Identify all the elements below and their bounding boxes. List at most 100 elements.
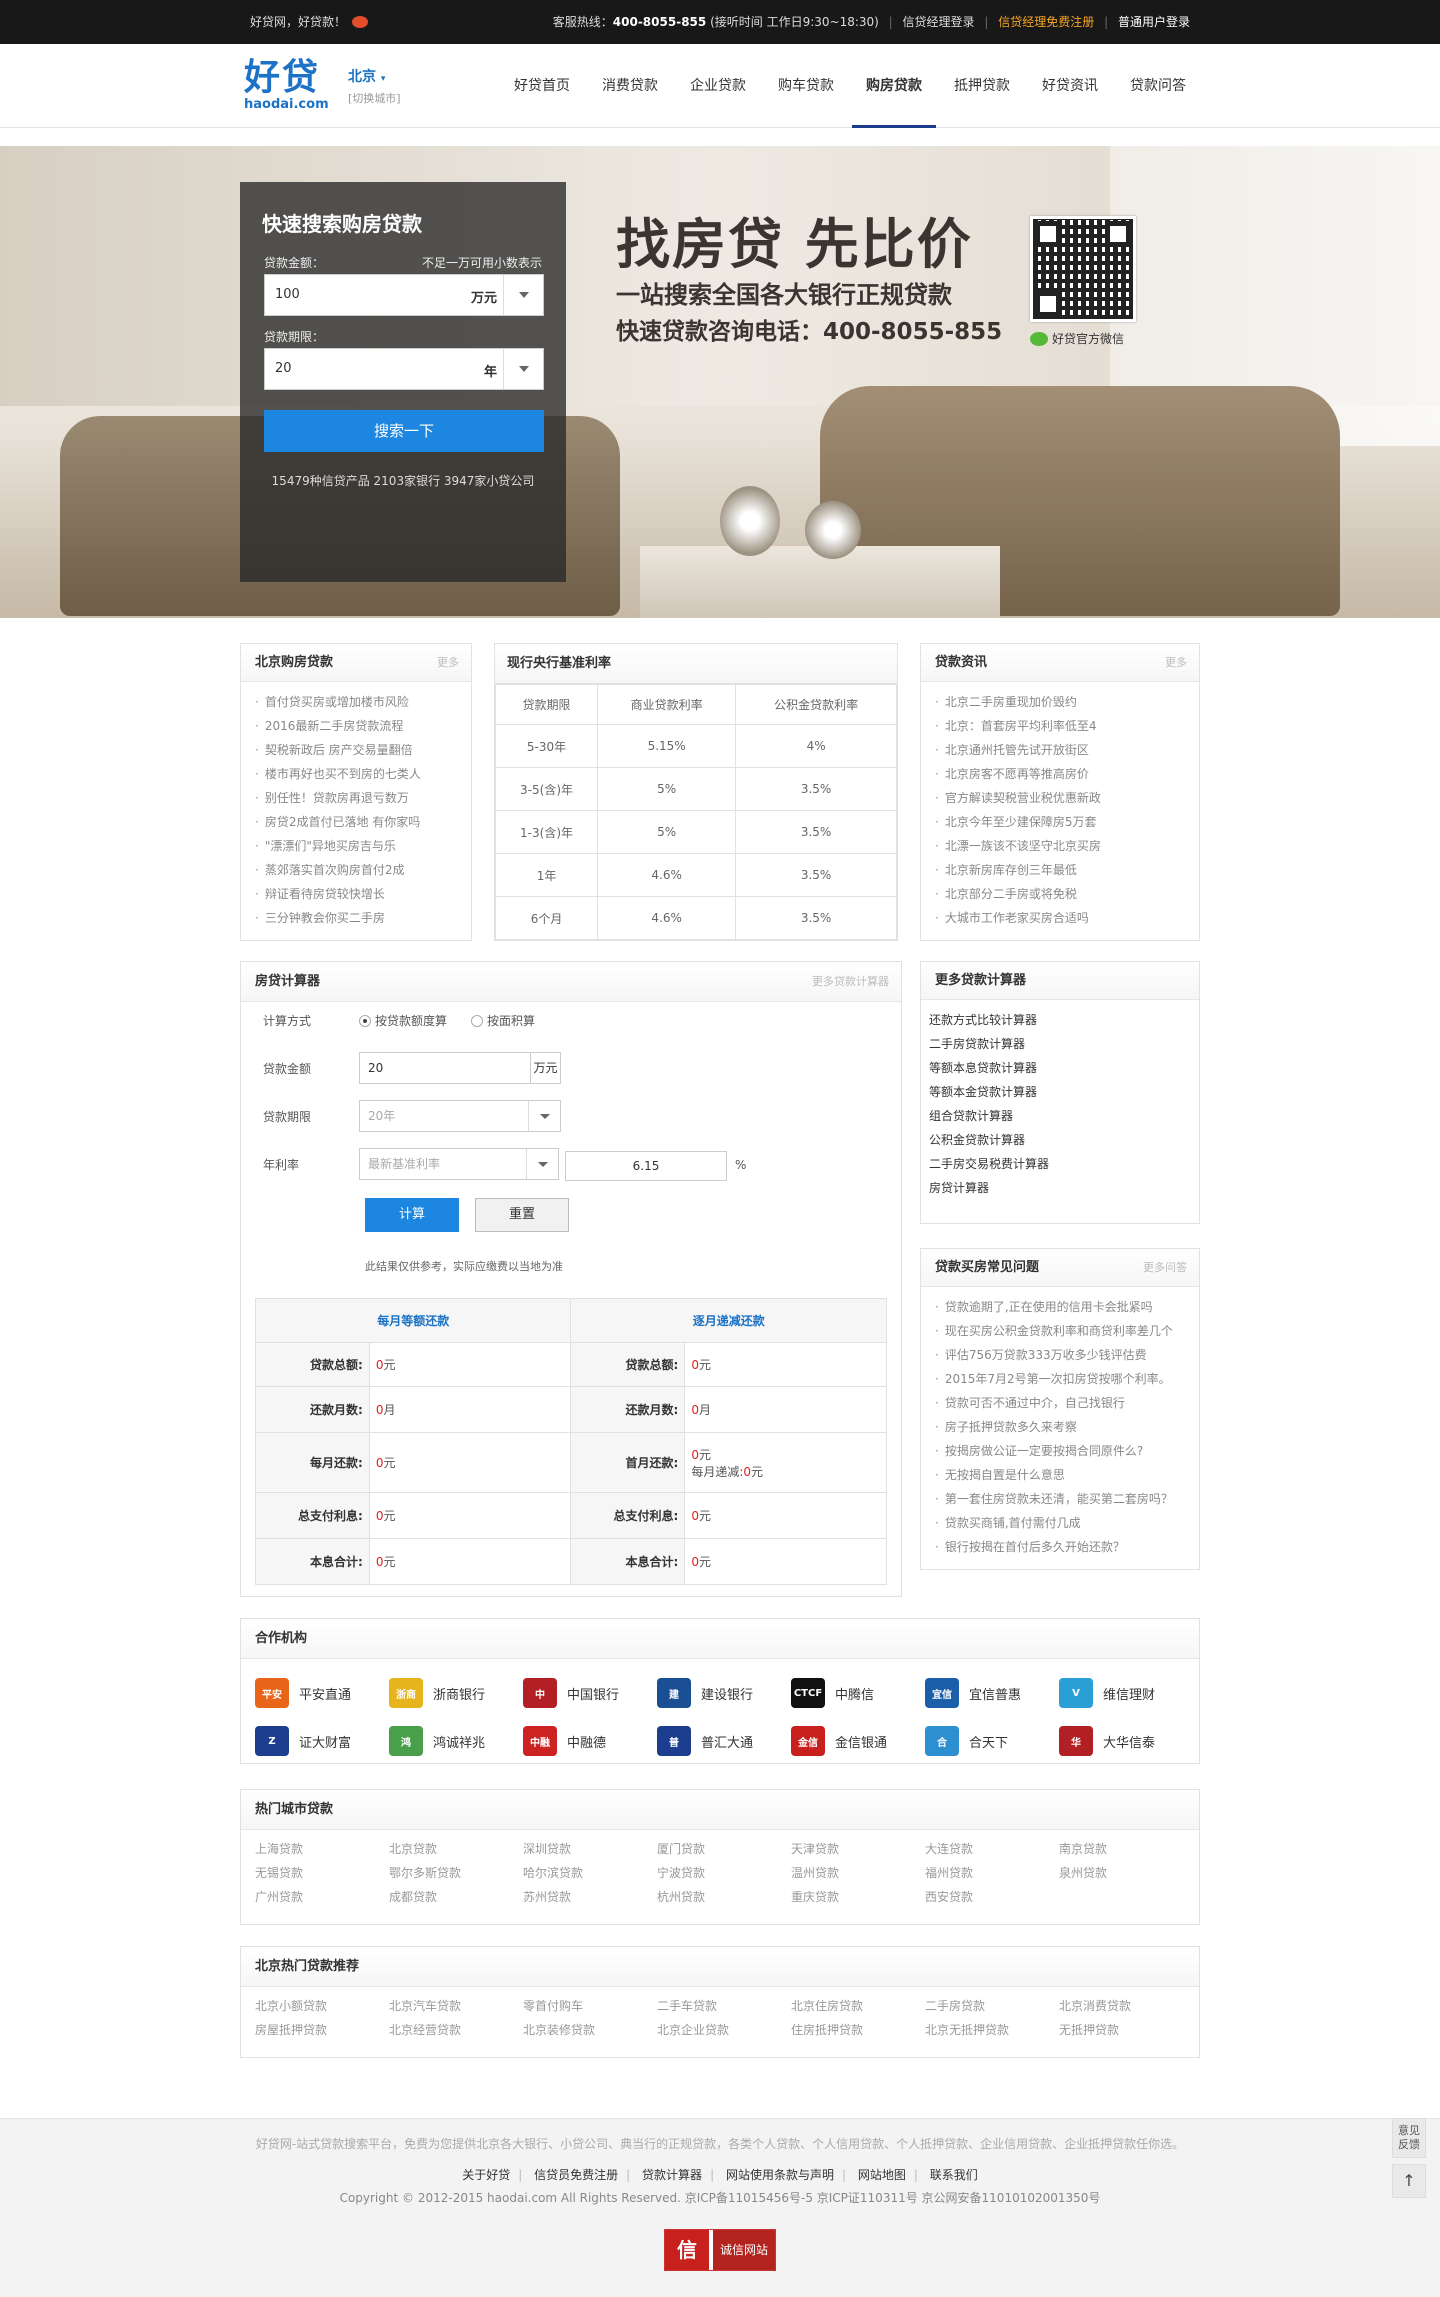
nav-home[interactable]: 好贷首页 [500,44,584,128]
hot-loan-link[interactable]: 房屋抵押贷款 [255,2021,389,2039]
back-to-top-button[interactable]: ↑ [1392,2164,1426,2198]
hot-loan-link[interactable]: 二手车贷款 [657,1997,791,2015]
list-item[interactable]: 首付贷买房或增加楼市风险 [255,690,457,714]
list-item[interactable]: 三分钟教会你买二手房 [255,906,457,930]
partner-item[interactable]: 宜信 宜信普惠 [925,1669,1059,1717]
partner-item[interactable]: 华大华信泰 [1059,1717,1193,1765]
loan-term-select[interactable]: 20年 [359,1100,561,1132]
city-link[interactable]: 深圳贷款 [523,1840,657,1858]
list-item[interactable]: 北漂一族该不该坚守北京买房 [935,834,1185,858]
footer-link[interactable]: 信贷员免费注册 [534,2168,618,2182]
city-link[interactable]: 南京贷款 [1059,1840,1193,1858]
calculator-link[interactable]: 二手房贷款计算器 [929,1032,1191,1056]
list-item[interactable]: 按揭房做公证一定要按揭合同原件么? [935,1439,1185,1463]
amount-input[interactable]: 100 万元 [264,274,544,316]
list-item[interactable]: 贷款逾期了,正在使用的信用卡会批紧吗 [935,1295,1185,1319]
more-link[interactable]: 更多 [437,644,459,682]
partner-item[interactable]: 普普汇大通 [657,1717,791,1765]
hot-loan-link[interactable]: 北京企业贷款 [657,2021,791,2039]
list-item[interactable]: "漂漂们"异地买房吉与乐 [255,834,457,858]
partner-item[interactable]: Z 证大财富 [255,1717,389,1765]
hot-loan-link[interactable]: 北京汽车贷款 [389,1997,523,2015]
list-item[interactable]: 北京今年至少建保障房5万套 [935,810,1185,834]
list-item[interactable]: 北京：首套房平均利率低至4 [935,714,1185,738]
list-item[interactable]: 2016最新二手房贷款流程 [255,714,457,738]
list-item[interactable]: 北京新房库存创三年最低 [935,858,1185,882]
hot-loan-link[interactable]: 无抵押贷款 [1059,2021,1193,2039]
site-logo[interactable]: 好贷 haodai.com [244,58,330,114]
list-item[interactable]: 别任性！贷款房再退亏数万 [255,786,457,810]
city-link[interactable]: 广州贷款 [255,1888,389,1906]
city-link[interactable]: 无锡贷款 [255,1864,389,1882]
partner-item[interactable]: 中融 中融德 [523,1717,657,1765]
footer-link[interactable]: 贷款计算器 [642,2168,702,2182]
list-item[interactable]: 贷款可否不通过中介，自己找银行 [935,1391,1185,1415]
city-link[interactable]: 上海贷款 [255,1840,389,1858]
method-by-area[interactable]: 按面积算 [471,1012,535,1029]
search-button[interactable]: 搜索一下 [264,410,544,452]
weibo-icon[interactable] [352,16,369,28]
hot-loan-link[interactable]: 住房抵押贷款 [791,2021,925,2039]
city-link[interactable]: 杭州贷款 [657,1888,791,1906]
term-input[interactable]: 20 年 [264,348,544,390]
hot-loan-link[interactable]: 北京经营贷款 [389,2021,523,2039]
list-item[interactable]: 银行按揭在首付后多久开始还款？ [935,1535,1185,1559]
list-item[interactable]: 房贷2成首付已落地 有你家吗 [255,810,457,834]
manager-register-link[interactable]: 信贷经理免费注册 [998,15,1094,29]
hot-loan-link[interactable]: 北京无抵押贷款 [925,2021,1059,2039]
partner-item[interactable]: 合合天下 [925,1717,1059,1765]
city-link[interactable]: 大连贷款 [925,1840,1059,1858]
calculator-link[interactable]: 还款方式比较计算器 [929,1008,1191,1032]
rate-select[interactable]: 最新基准利率 [359,1148,559,1180]
list-item[interactable]: 北京二手房重现加价毁约 [935,690,1185,714]
nav-news[interactable]: 好贷资讯 [1028,44,1112,128]
more-link[interactable]: 更多 [1165,644,1187,682]
rate-input[interactable]: 6.15 [565,1151,727,1181]
footer-link[interactable]: 联系我们 [930,2168,978,2182]
list-item[interactable]: 北京通州托管先试开放街区 [935,738,1185,762]
loan-amount-input[interactable]: 20 万元 [359,1052,561,1084]
trust-badge[interactable]: 信 诚信网站 [664,2229,776,2271]
partner-item[interactable]: 平安 平安直通 [255,1669,389,1717]
nav-qa[interactable]: 贷款问答 [1116,44,1200,128]
calculator-link[interactable]: 公积金贷款计算器 [929,1128,1191,1152]
city-link[interactable]: 泉州贷款 [1059,1864,1193,1882]
city-selector[interactable]: 北京 ▾ [切换城市] [348,66,408,106]
nav-house-loan[interactable]: 购房贷款 [852,44,936,128]
chevron-down-icon[interactable] [503,349,543,389]
hot-loan-link[interactable]: 零首付购车 [523,1997,657,2015]
calculator-link[interactable]: 组合贷款计算器 [929,1104,1191,1128]
city-link[interactable]: 苏州贷款 [523,1888,657,1906]
city-link[interactable]: 天津贷款 [791,1840,925,1858]
list-item[interactable]: 契税新政后 房产交易量翻倍 [255,738,457,762]
partner-item[interactable]: 中中国银行 [523,1669,657,1717]
city-link[interactable]: 西安贷款 [925,1888,1059,1906]
list-item[interactable]: 北京房客不愿再等推高房价 [935,762,1185,786]
feedback-button[interactable]: 意见反馈 [1392,2118,1426,2158]
city-link[interactable]: 宁波贷款 [657,1864,791,1882]
list-item[interactable]: 房子抵押贷款多久来考察 [935,1415,1185,1439]
hot-loan-link[interactable]: 二手房贷款 [925,1997,1059,2015]
user-login-link[interactable]: 普通用户登录 [1118,15,1190,29]
nav-mortgage-loan[interactable]: 抵押贷款 [940,44,1024,128]
list-item[interactable]: 评估756万贷款333万收多少钱评估费 [935,1343,1185,1367]
partner-item[interactable]: CTCF 中腾信 [791,1669,925,1717]
city-link[interactable]: 北京贷款 [389,1840,523,1858]
nav-consumer-loan[interactable]: 消费贷款 [588,44,672,128]
city-link[interactable]: 成都贷款 [389,1888,523,1906]
partner-item[interactable]: 金信 金信银通 [791,1717,925,1765]
list-item[interactable]: 第一套住房贷款未还清，能买第二套房吗？ [935,1487,1185,1511]
nav-business-loan[interactable]: 企业贷款 [676,44,760,128]
city-link[interactable]: 厦门贷款 [657,1840,791,1858]
city-link[interactable]: 哈尔滨贷款 [523,1864,657,1882]
calculator-link[interactable]: 房贷计算器 [929,1176,1191,1200]
city-link[interactable]: 福州贷款 [925,1864,1059,1882]
hot-loan-link[interactable]: 北京小额贷款 [255,1997,389,2015]
list-item[interactable]: 贷款买商铺,首付需付几成 [935,1511,1185,1535]
list-item[interactable]: 现在买房公积金贷款利率和商贷利率差几个 [935,1319,1185,1343]
partner-item[interactable]: 浙商 浙商银行 [389,1669,523,1717]
hot-loan-link[interactable]: 北京消费贷款 [1059,1997,1193,2015]
manager-login-link[interactable]: 信贷经理登录 [903,15,975,29]
calculator-link[interactable]: 等额本息贷款计算器 [929,1056,1191,1080]
more-calculators-link[interactable]: 更多贷款计算器 [812,962,889,1002]
